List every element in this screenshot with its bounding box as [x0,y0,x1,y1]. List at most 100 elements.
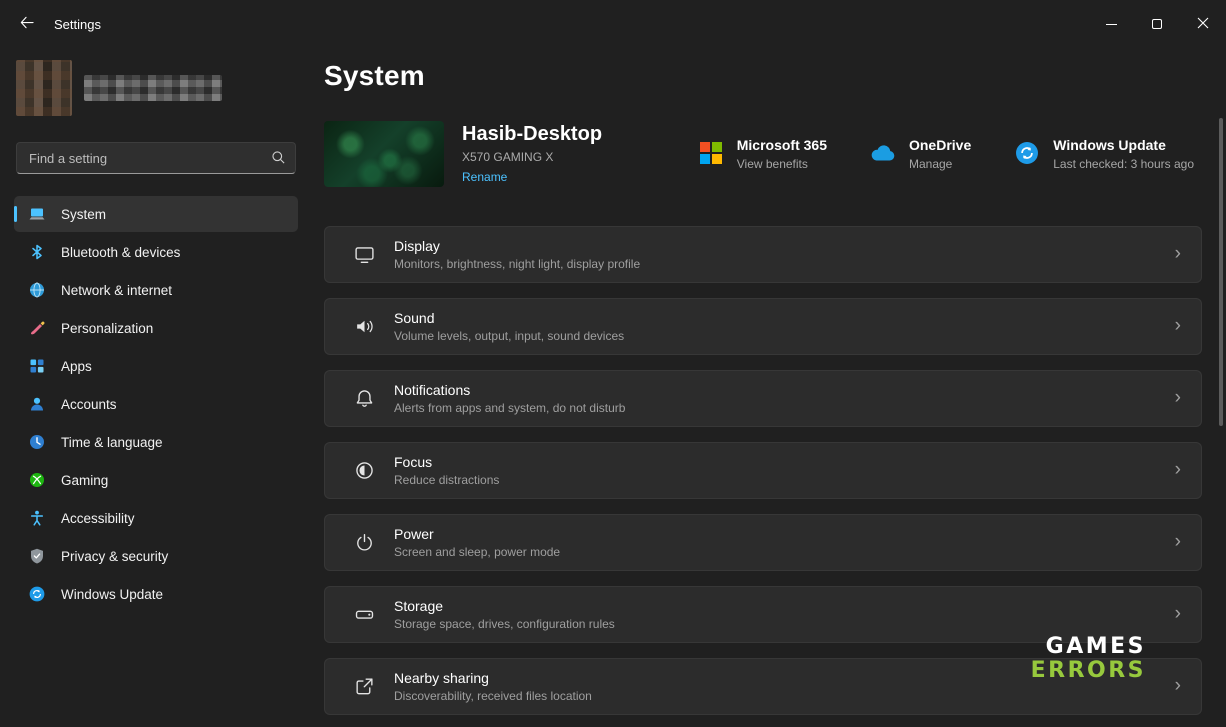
avatar [16,60,72,116]
quick-card-subtitle: View benefits [737,157,827,171]
device-name: Hasib-Desktop [462,123,602,146]
sidebar: System Bluetooth & devices Network & int… [0,48,312,727]
sound-icon [353,316,375,338]
device-thumbnail [324,121,444,187]
settings-window: Settings [0,0,1226,727]
user-name-redacted [84,75,222,101]
sidebar-item-label: Gaming [61,473,108,488]
quick-card-title: OneDrive [909,137,971,153]
vertical-scrollbar-thumb[interactable] [1219,118,1223,426]
settings-card-title: Display [394,238,1175,254]
sidebar-item-label: Accounts [61,397,117,412]
close-icon [1197,17,1209,32]
settings-card-power[interactable]: Power Screen and sleep, power mode › [324,514,1202,571]
windows-update-icon [1013,139,1041,167]
sidebar-item-windows-update[interactable]: Windows Update [14,576,298,612]
xbox-icon [28,471,46,489]
search-input[interactable] [16,142,296,174]
bell-icon [353,388,375,410]
quick-card-windows-update[interactable]: Windows Update Last checked: 3 hours ago [1013,137,1194,171]
chevron-right-icon: › [1175,244,1181,266]
settings-card-title: Notifications [394,382,1175,398]
watermark-line2: ERRORS [1031,659,1146,683]
onedrive-cloud-icon [869,139,897,167]
settings-card-subtitle: Screen and sleep, power mode [394,545,1175,559]
nearby-sharing-icon [353,676,375,698]
settings-card-subtitle: Discoverability, received files location [394,689,1175,703]
paintbrush-icon [28,319,46,337]
sidebar-item-accessibility[interactable]: Accessibility [14,500,298,536]
settings-card-title: Storage [394,598,1175,614]
quick-cards: Microsoft 365 View benefits OneDrive Man… [697,137,1202,171]
sidebar-item-system[interactable]: System [14,196,298,232]
settings-card-title: Focus [394,454,1175,470]
sidebar-item-label: Time & language [61,435,163,450]
clock-icon [28,433,46,451]
sidebar-item-apps[interactable]: Apps [14,348,298,384]
settings-card-subtitle: Storage space, drives, configuration rul… [394,617,1175,631]
games-errors-watermark: GAMES ERRORS [1031,635,1146,683]
display-icon [353,244,375,266]
sidebar-item-privacy-security[interactable]: Privacy & security [14,538,298,574]
chevron-right-icon: › [1175,460,1181,482]
window-controls [1088,0,1226,48]
quick-card-title: Windows Update [1053,137,1194,153]
sidebar-item-label: System [61,207,106,222]
windows-update-icon [28,585,46,603]
quick-card-subtitle: Last checked: 3 hours ago [1053,157,1194,171]
quick-card-subtitle: Manage [909,157,971,171]
back-arrow-icon [19,15,34,33]
maximize-button[interactable] [1134,0,1180,48]
minimize-icon [1106,24,1117,25]
back-button[interactable] [8,8,44,40]
sidebar-item-network-internet[interactable]: Network & internet [14,272,298,308]
settings-card-subtitle: Reduce distractions [394,473,1175,487]
chevron-right-icon: › [1175,316,1181,338]
sidebar-item-accounts[interactable]: Accounts [14,386,298,422]
sidebar-item-time-language[interactable]: Time & language [14,424,298,460]
settings-card-notifications[interactable]: Notifications Alerts from apps and syste… [324,370,1202,427]
search-box [16,142,296,174]
maximize-icon [1152,19,1162,29]
settings-card-subtitle: Volume levels, output, input, sound devi… [394,329,1175,343]
quick-card-onedrive[interactable]: OneDrive Manage [869,137,971,171]
sidebar-item-label: Bluetooth & devices [61,245,180,260]
sidebar-item-label: Apps [61,359,92,374]
minimize-button[interactable] [1088,0,1134,48]
sidebar-item-gaming[interactable]: Gaming [14,462,298,498]
rename-link[interactable]: Rename [462,170,507,184]
accessibility-person-icon [28,509,46,527]
person-icon [28,395,46,413]
settings-card-focus[interactable]: Focus Reduce distractions › [324,442,1202,499]
sidebar-item-label: Windows Update [61,587,163,602]
sidebar-item-label: Personalization [61,321,153,336]
quick-card-microsoft-365[interactable]: Microsoft 365 View benefits [697,137,827,171]
user-profile[interactable] [0,48,312,116]
sidebar-item-label: Privacy & security [61,549,168,564]
main-content: System Hasib-Desktop X570 GAMING X Renam… [312,48,1226,727]
sidebar-item-personalization[interactable]: Personalization [14,310,298,346]
chevron-right-icon: › [1175,604,1181,626]
apps-grid-icon [28,357,46,375]
settings-card-sound[interactable]: Sound Volume levels, output, input, soun… [324,298,1202,355]
sidebar-nav: System Bluetooth & devices Network & int… [0,196,312,612]
settings-card-title: Sound [394,310,1175,326]
quick-card-title: Microsoft 365 [737,137,827,153]
globe-icon [28,281,46,299]
power-icon [353,532,375,554]
sidebar-item-label: Network & internet [61,283,172,298]
settings-card-subtitle: Alerts from apps and system, do not dist… [394,401,1175,415]
watermark-line1: GAMES [1031,635,1146,659]
page-title: System [324,60,1202,92]
settings-card-display[interactable]: Display Monitors, brightness, night ligh… [324,226,1202,283]
microsoft-365-icon [697,139,725,167]
chevron-right-icon: › [1175,676,1181,698]
storage-drive-icon [353,604,375,626]
chevron-right-icon: › [1175,388,1181,410]
settings-card-subtitle: Monitors, brightness, night light, displ… [394,257,1175,271]
sidebar-item-bluetooth-devices[interactable]: Bluetooth & devices [14,234,298,270]
window-title: Settings [54,17,101,32]
close-button[interactable] [1180,0,1226,48]
chevron-right-icon: › [1175,532,1181,554]
settings-card-title: Power [394,526,1175,542]
